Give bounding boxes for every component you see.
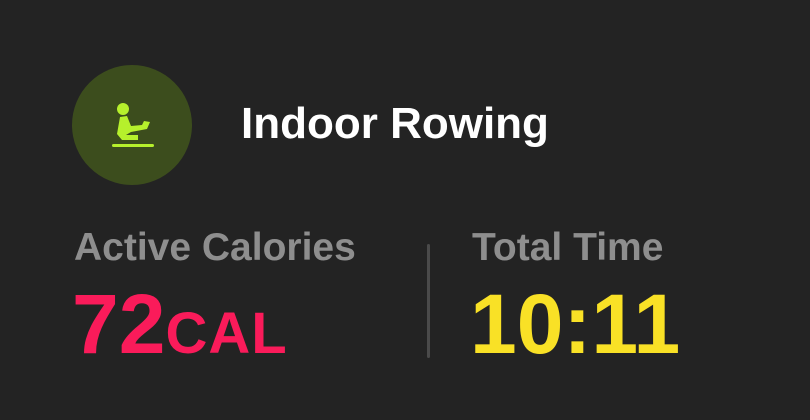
activity-badge [72, 65, 192, 185]
total-time-value: 10:11 [470, 277, 681, 371]
total-time-label: Total Time [472, 226, 664, 269]
calories-unit: CAL [165, 301, 288, 366]
calories-number: 72 [72, 277, 166, 371]
metric-divider [427, 244, 430, 358]
active-calories-label: Active Calories [74, 226, 356, 269]
workout-summary-card: Indoor Rowing Active Calories 72CAL Tota… [0, 0, 810, 420]
rowing-icon [112, 103, 154, 147]
active-calories-value: 72CAL [72, 276, 288, 382]
workout-title: Indoor Rowing [241, 99, 549, 148]
